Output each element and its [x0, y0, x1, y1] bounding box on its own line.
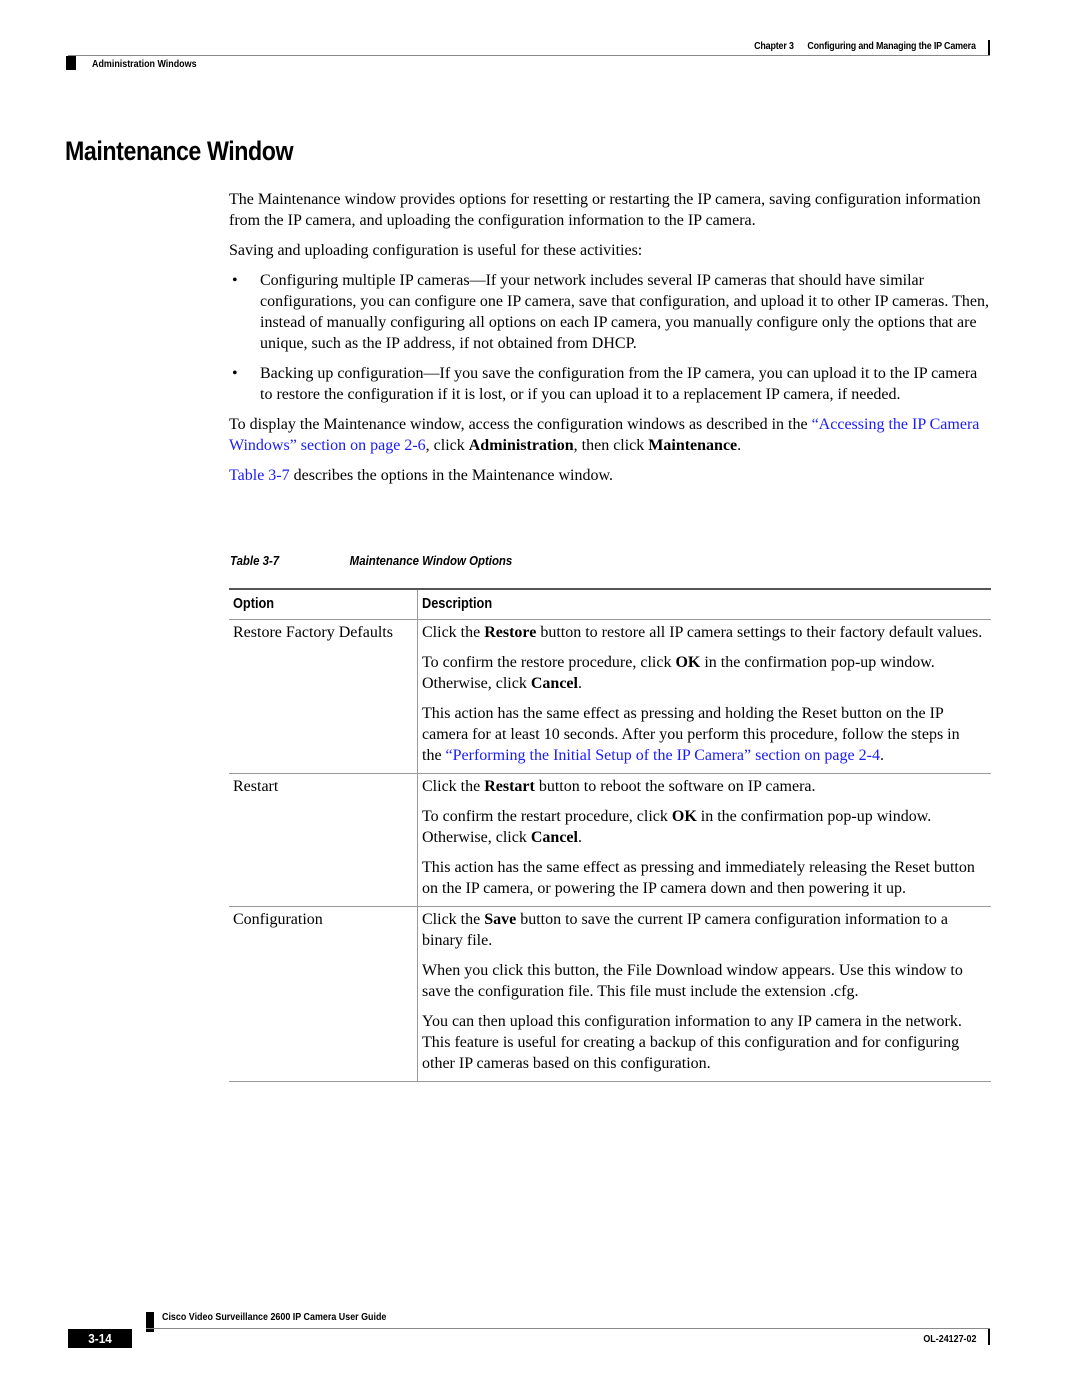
option-cell: Restore Factory Defaults	[229, 620, 418, 773]
administration-term: Administration	[468, 437, 574, 454]
option-cell: Configuration	[229, 907, 418, 1081]
description-cell: Click the Restore button to restore all …	[418, 620, 991, 773]
cancel-term: Cancel	[530, 829, 578, 846]
body-text: The Maintenance window provides options …	[229, 189, 992, 495]
description-paragraph: Click the Restore button to restore all …	[422, 622, 983, 643]
text: Click the	[422, 911, 485, 928]
table-row: Restore Factory Defaults Click the Resto…	[229, 620, 991, 774]
column-header-option: Option	[229, 590, 418, 619]
activities-intro: Saving and uploading configuration is us…	[229, 242, 643, 259]
maintenance-term: Maintenance	[648, 437, 738, 454]
ok-term: OK	[675, 654, 701, 671]
list-item: • Backing up configuration—If you save t…	[229, 363, 992, 405]
intro-paragraph: The Maintenance window provides options …	[229, 191, 981, 229]
restart-term: Restart	[484, 778, 535, 795]
page-number: 3-14	[68, 1329, 132, 1348]
text: button to reboot the software on IP came…	[534, 778, 816, 795]
description-paragraph: To confirm the restore procedure, click …	[422, 652, 983, 694]
option-cell: Restart	[229, 774, 418, 906]
description-paragraph: When you click this button, the File Dow…	[422, 962, 963, 1000]
list-item-text: Configuring multiple IP cameras—If your …	[260, 272, 989, 352]
table-caption: Table 3-7 Maintenance Window Options	[230, 553, 512, 568]
initial-setup-link[interactable]: “Performing the Initial Setup of the IP …	[446, 747, 880, 764]
header-bar-marker	[988, 40, 990, 56]
description-paragraph: You can then upload this configuration i…	[422, 1013, 962, 1072]
table-reference: Table 3-7 describes the options in the M…	[229, 465, 992, 486]
text: Click the	[422, 778, 485, 795]
footer-guide-title: Cisco Video Surveillance 2600 IP Camera …	[162, 1311, 387, 1323]
running-header-section: Administration Windows	[92, 58, 197, 70]
footer-square-marker	[146, 1312, 154, 1332]
table-3-7-link[interactable]: Table 3-7	[229, 467, 290, 484]
text: .	[577, 829, 582, 846]
table-row: Configuration Click the Save button to s…	[229, 907, 991, 1082]
description-paragraph: To confirm the restart procedure, click …	[422, 806, 983, 848]
text: .	[737, 437, 742, 454]
display-instructions: To display the Maintenance window, acces…	[229, 414, 992, 456]
running-header-chapter: Chapter 3 Configuring and Managing the IP…	[754, 40, 976, 52]
text: To confirm the restore procedure, click	[422, 654, 676, 671]
text: button to restore all IP camera settings…	[536, 624, 983, 641]
table-caption-number: Table 3-7	[230, 553, 280, 568]
text: To confirm the restart procedure, click	[422, 808, 672, 825]
list-item-text: Backing up configuration—If you save the…	[260, 365, 978, 403]
text: , then click	[573, 437, 649, 454]
list-item: • Configuring multiple IP cameras—If you…	[229, 270, 992, 354]
table-caption-title: Maintenance Window Options	[349, 553, 513, 568]
chapter-number: Chapter 3	[754, 40, 794, 52]
text: .	[879, 747, 884, 764]
column-header-description: Description	[418, 590, 991, 619]
footer-rule	[146, 1328, 990, 1329]
text: .	[577, 675, 582, 692]
header-label: Description	[422, 595, 493, 612]
maintenance-options-table: Option Description Restore Factory Defau…	[229, 588, 991, 1082]
text: To display the Maintenance window, acces…	[229, 416, 812, 433]
ok-term: OK	[671, 808, 697, 825]
bullet-icon: •	[232, 272, 238, 289]
header-rule	[68, 55, 990, 56]
save-term: Save	[484, 911, 517, 928]
description-paragraph: This action has the same effect as press…	[422, 703, 983, 766]
description-cell: Click the Save button to save the curren…	[418, 907, 991, 1081]
footer-bar-marker	[988, 1329, 990, 1345]
text: Click the	[422, 624, 485, 641]
bullet-icon: •	[232, 365, 238, 382]
text: , click	[425, 437, 469, 454]
page-title: Maintenance Window	[65, 136, 294, 166]
cancel-term: Cancel	[530, 675, 578, 692]
restore-term: Restore	[484, 624, 537, 641]
document-id: OL-24127-02	[922, 1333, 976, 1345]
description-paragraph: This action has the same effect as press…	[422, 859, 975, 897]
activities-list: • Configuring multiple IP cameras—If you…	[229, 270, 992, 405]
description-paragraph: Click the Save button to save the curren…	[422, 909, 983, 951]
page-number-text: 3-14	[88, 1331, 112, 1346]
table-row: Restart Click the Restart button to rebo…	[229, 774, 991, 907]
description-paragraph: Click the Restart button to reboot the s…	[422, 776, 983, 797]
chapter-title: Configuring and Managing the IP Camera	[807, 40, 977, 52]
header-square-marker	[66, 56, 76, 70]
description-cell: Click the Restart button to reboot the s…	[418, 774, 991, 906]
header-label: Option	[233, 595, 275, 612]
table-header-row: Option Description	[229, 590, 991, 620]
text: describes the options in the Maintenance…	[289, 467, 613, 484]
